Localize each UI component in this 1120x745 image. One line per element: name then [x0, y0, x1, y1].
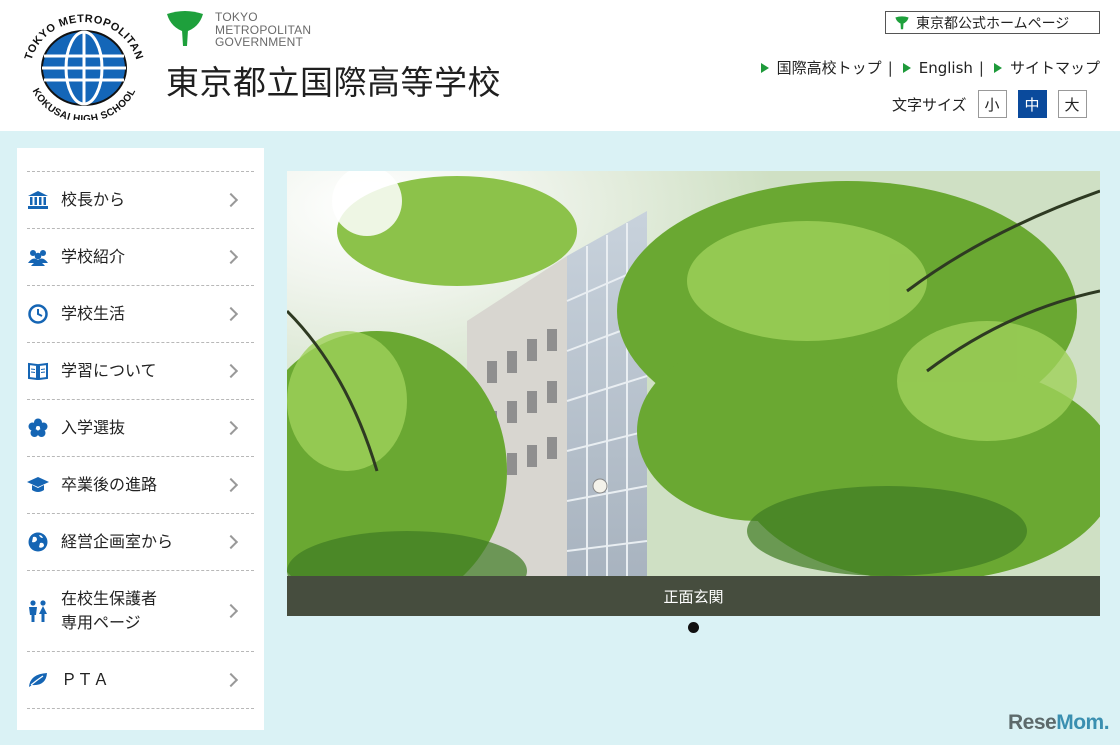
tmg-wordmark: TOKYO METROPOLITAN GOVERNMENT [215, 11, 311, 49]
link-label: サイトマップ [1009, 59, 1100, 77]
chevron-right-icon [223, 672, 239, 688]
font-size-small-button[interactable]: 小 [977, 90, 1007, 118]
flower-icon [27, 417, 49, 439]
triangle-right-icon [902, 62, 911, 73]
site-header: TOKYO METROPOLITAN KOKUSAI HIGH SCHOOL T… [0, 0, 1120, 131]
chevron-right-icon [223, 477, 239, 493]
link-separator: | [978, 58, 984, 77]
graduation-cap-icon [27, 474, 49, 496]
sidebar-item-label: 経営企画室から [61, 532, 174, 551]
chevron-right-icon [223, 192, 239, 208]
chevron-right-icon [223, 603, 239, 619]
parents-icon [27, 600, 49, 622]
sidebar-item-admission[interactable]: 入学選抜 [27, 400, 254, 457]
triangle-right-icon [993, 62, 1002, 73]
globe-icon [27, 531, 49, 553]
link-english[interactable]: English [902, 58, 973, 77]
link-label: English [918, 58, 973, 77]
header-links: 国際高校トップ | English | サイトマップ [760, 57, 1100, 78]
slide-caption: 正面玄関 [287, 576, 1100, 616]
link-sitemap[interactable]: サイトマップ [993, 57, 1100, 78]
sidebar-item-label: 卒業後の進路 [61, 475, 158, 494]
chevron-right-icon [223, 249, 239, 265]
tmg-line-3: GOVERNMENT [215, 35, 304, 49]
watermark-text: . [1103, 711, 1110, 734]
school-name-title[interactable]: 東京都立国際高等学校 [166, 56, 501, 104]
watermark-text: Mom [1056, 711, 1104, 734]
sidebar: 校長から 学校紹介 学校生活 学習について 入学選抜 卒業後の進路 経営企画室か… [17, 148, 264, 730]
sidebar-item-label: 学校生活 [61, 304, 126, 323]
sidebar-item-parents-page[interactable]: 在校生保護者 専用ページ [27, 571, 254, 652]
chevron-right-icon [223, 534, 239, 550]
link-label: 国際高校トップ [776, 59, 882, 77]
sidebar-nav: 校長から 学校紹介 学校生活 学習について 入学選抜 卒業後の進路 経営企画室か… [27, 171, 254, 709]
sidebar-item-pta[interactable]: ＰＴＡ [27, 652, 254, 709]
official-link-label: 東京都公式ホームページ [916, 15, 1070, 32]
sidebar-item-label: 学習について [61, 361, 157, 380]
link-kokusai-top[interactable]: 国際高校トップ [760, 57, 882, 78]
tmg-line-1: TOKYO [215, 10, 258, 24]
font-size-large-button[interactable]: 大 [1057, 90, 1087, 118]
resemom-watermark-logo: ReseMom. [1008, 711, 1110, 735]
link-separator: | [887, 58, 893, 77]
building-icon [27, 189, 49, 211]
clock-icon [27, 303, 49, 325]
sidebar-item-label: 校長から [61, 190, 126, 209]
sidebar-item-label: 入学選抜 [61, 418, 126, 437]
sidebar-item-school-intro[interactable]: 学校紹介 [27, 229, 254, 286]
school-emblem-logo[interactable]: TOKYO METROPOLITAN KOKUSAI HIGH SCHOOL [16, 12, 152, 120]
book-icon [27, 360, 49, 382]
sidebar-item-management-office[interactable]: 経営企画室から [27, 514, 254, 571]
triangle-right-icon [760, 62, 769, 73]
chevron-right-icon [223, 363, 239, 379]
font-size-label: 文字サイズ [892, 95, 967, 114]
font-size-control: 文字サイズ 小 中 大 [892, 90, 1098, 118]
slide-indicator-dot[interactable] [688, 622, 699, 633]
sidebar-item-label: ＰＴＡ [61, 670, 110, 689]
font-size-medium-button[interactable]: 中 [1017, 90, 1047, 118]
sidebar-item-learning[interactable]: 学習について [27, 343, 254, 400]
chevron-right-icon [223, 420, 239, 436]
sidebar-item-after-graduation[interactable]: 卒業後の進路 [27, 457, 254, 514]
leaf-icon [27, 669, 49, 691]
sidebar-item-school-life[interactable]: 学校生活 [27, 286, 254, 343]
sidebar-item-label: 学校紹介 [61, 247, 126, 266]
sidebar-item-principal[interactable]: 校長から [27, 172, 254, 229]
group-icon [27, 246, 49, 268]
ginkgo-icon [895, 15, 909, 29]
ginkgo-icon [167, 11, 203, 46]
hero-slideshow[interactable]: 正面玄関 [287, 171, 1100, 616]
chevron-right-icon [223, 306, 239, 322]
main-content: 校長から 学校紹介 学校生活 学習について 入学選抜 卒業後の進路 経営企画室か… [0, 131, 1120, 745]
watermark-text: Rese [1008, 711, 1057, 734]
school-entrance-photo [287, 171, 1100, 616]
sidebar-item-label: 在校生保護者 専用ページ [61, 589, 158, 632]
slide-caption-text: 正面玄関 [663, 587, 724, 606]
tokyo-metropolitan-government-logo[interactable]: TOKYO METROPOLITAN GOVERNMENT [165, 10, 315, 52]
tokyo-official-homepage-link[interactable]: 東京都公式ホームページ [885, 11, 1100, 34]
